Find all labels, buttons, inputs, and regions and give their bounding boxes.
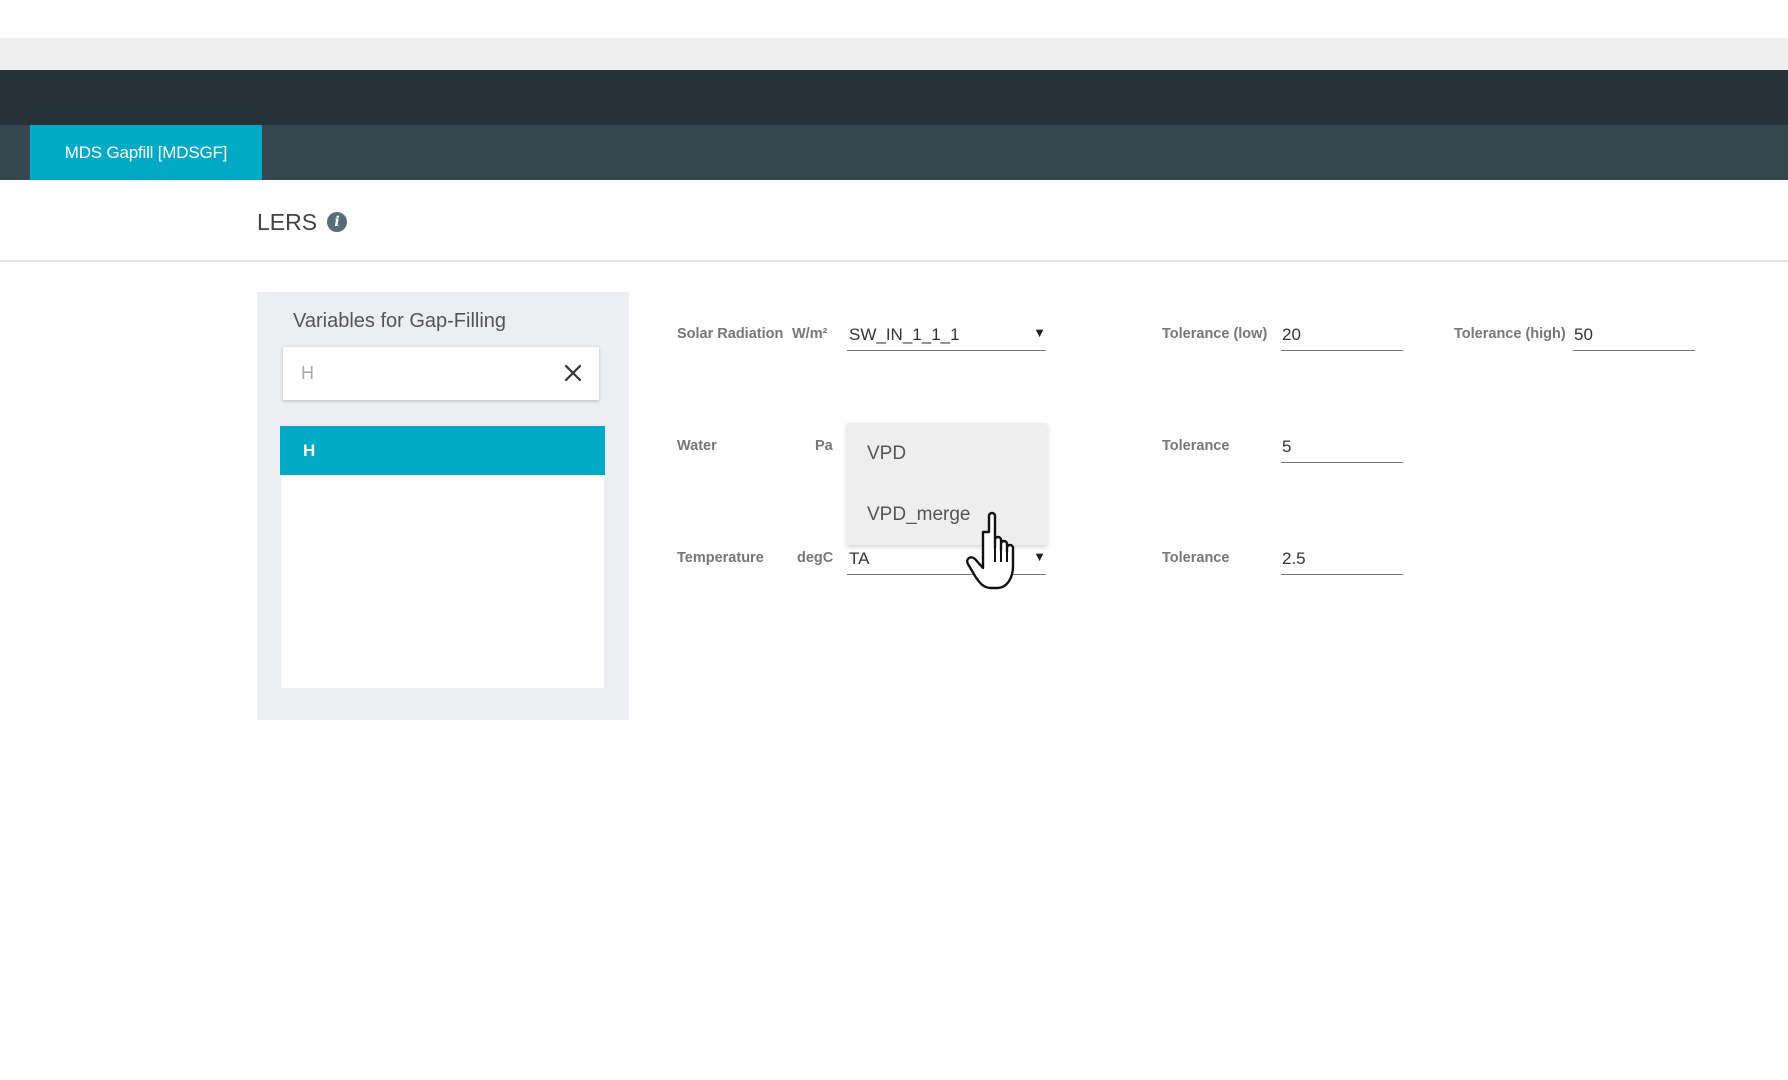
water-tolerance-input[interactable]: 5 [1281, 433, 1403, 463]
dropdown-option-vpd-merge[interactable]: VPD_merge [867, 504, 971, 526]
tab-mds-gapfill[interactable]: MDS Gapfill [MDSGF] [30, 125, 262, 180]
temperature-label: Temperature [677, 550, 764, 566]
close-icon[interactable] [561, 361, 585, 385]
tolerance-low-value: 20 [1282, 325, 1301, 344]
page-heading: LERS i [257, 207, 348, 237]
tolerance-low-label: Tolerance (low) [1162, 326, 1268, 342]
dropdown-arrow-icon: ▼ [1033, 549, 1046, 564]
water-tolerance-value: 5 [1282, 437, 1292, 456]
variables-panel-title: Variables for Gap-Filling [293, 310, 507, 332]
variable-search-input[interactable] [283, 347, 543, 400]
dropdown-arrow-icon: ▼ [1033, 325, 1046, 340]
variable-search-box [283, 347, 599, 400]
info-icon[interactable]: i [327, 212, 348, 232]
top-strip [0, 38, 1788, 70]
temperature-tolerance-label: Tolerance [1162, 550, 1230, 566]
page-title: LERS [257, 208, 318, 235]
select-value: SW_IN_1_1_1 [849, 325, 960, 344]
hand-cursor-icon [966, 511, 1015, 590]
select-value: TA [849, 549, 870, 568]
app-header-bar [0, 70, 1788, 125]
temperature-unit: degC [797, 550, 834, 566]
tolerance-high-value: 50 [1574, 325, 1593, 344]
tab-bar [0, 125, 1788, 180]
solar-radiation-select[interactable]: SW_IN_1_1_1 ▼ [847, 321, 1046, 351]
tolerance-low-input[interactable]: 20 [1281, 321, 1403, 351]
temperature-tolerance-value: 2.5 [1282, 549, 1306, 568]
solar-radiation-label: Solar Radiation [677, 326, 784, 342]
header-divider [0, 260, 1788, 262]
temperature-tolerance-input[interactable]: 2.5 [1281, 545, 1403, 575]
water-tolerance-label: Tolerance [1162, 438, 1230, 454]
solar-radiation-unit: W/m² [792, 326, 828, 342]
tolerance-high-input[interactable]: 50 [1573, 321, 1695, 351]
water-label: Water [677, 438, 717, 454]
water-unit: Pa [815, 438, 833, 454]
dropdown-option-vpd[interactable]: VPD [867, 443, 906, 465]
tolerance-high-label: Tolerance (high) [1454, 326, 1566, 342]
variables-panel: Variables for Gap-Filling H [257, 292, 629, 720]
variable-list: H [280, 426, 605, 688]
list-item-selected[interactable]: H [280, 426, 605, 475]
